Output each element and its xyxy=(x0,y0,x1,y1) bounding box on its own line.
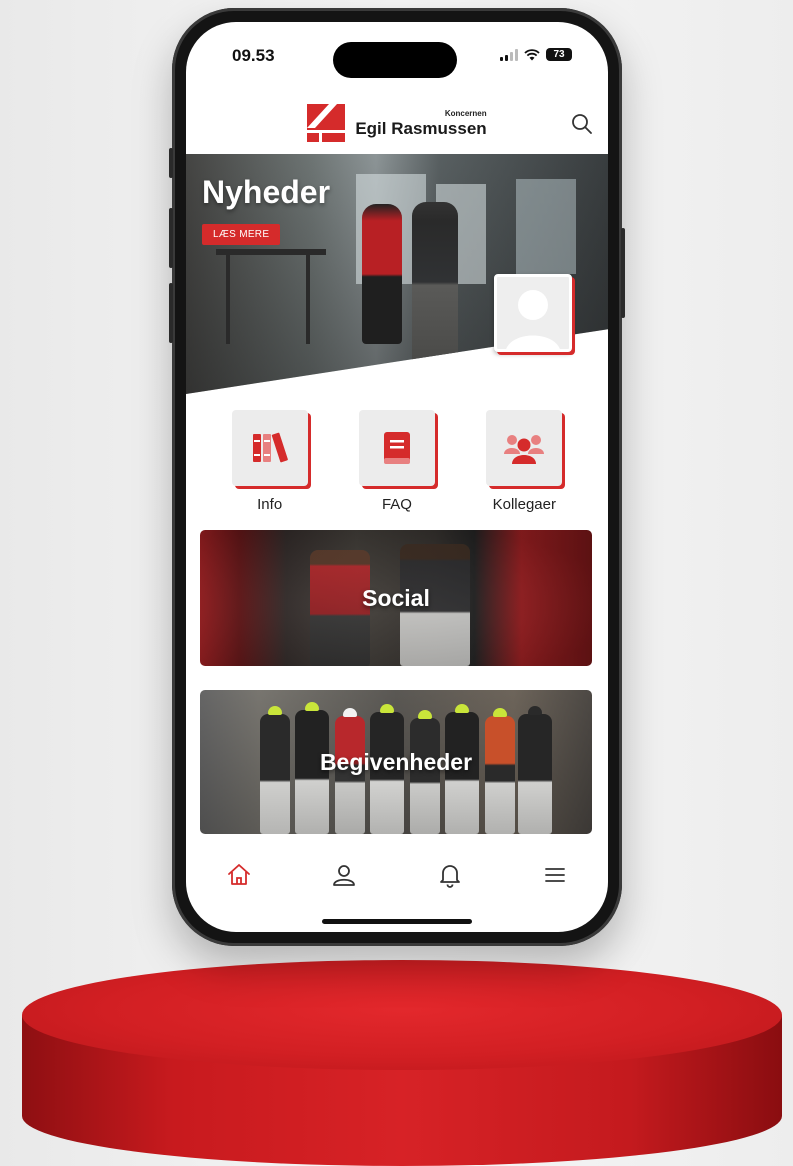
tile-kollegaer-box xyxy=(486,410,563,486)
phone-screen: 09.53 73 Koncernen Egil Rasmussen Nyhede… xyxy=(186,22,608,932)
tile-info[interactable]: Info xyxy=(220,410,320,513)
search-icon[interactable] xyxy=(570,112,594,136)
podium-top xyxy=(22,960,782,1070)
home-icon xyxy=(227,864,250,885)
bell-icon xyxy=(439,865,460,888)
brand-small-text: Koncernen xyxy=(444,108,487,118)
tile-kollegaer-label: Kollegaer xyxy=(492,496,556,513)
nav-notifications[interactable] xyxy=(430,855,470,895)
events-card-label: Begivenheder xyxy=(319,748,473,775)
avatar-placeholder-icon xyxy=(506,290,560,349)
app-header: Koncernen Egil Rasmussen xyxy=(186,92,608,154)
tile-faq[interactable]: FAQ xyxy=(347,410,447,513)
signal-icon xyxy=(500,48,518,61)
logo-mark-icon xyxy=(307,104,346,142)
nav-menu[interactable] xyxy=(535,855,575,895)
read-more-button[interactable]: LÆS MERE xyxy=(202,224,281,245)
avatar xyxy=(494,274,572,352)
tile-faq-box xyxy=(358,410,435,486)
news-hero[interactable]: Nyheder LÆS MERE xyxy=(186,154,608,394)
company-logo[interactable]: Koncernen Egil Rasmussen xyxy=(307,104,487,142)
phone-frame: 09.53 73 Koncernen Egil Rasmussen Nyhede… xyxy=(169,8,625,946)
status-time: 09.53 xyxy=(232,46,275,65)
status-icons: 73 xyxy=(500,48,572,61)
action-button xyxy=(169,148,173,178)
nav-home[interactable] xyxy=(219,855,259,895)
wifi-icon xyxy=(524,48,540,60)
tile-kollegaer[interactable]: Kollegaer xyxy=(474,410,574,513)
book-icon xyxy=(383,432,410,464)
tile-info-box xyxy=(231,410,308,486)
battery-icon: 73 xyxy=(546,48,572,61)
user-icon xyxy=(333,865,356,886)
brand-name-text: Egil Rasmussen xyxy=(355,118,487,138)
social-card-label: Social xyxy=(362,584,430,611)
nav-profile[interactable] xyxy=(324,855,364,895)
bottom-nav xyxy=(186,852,608,898)
people-icon xyxy=(504,435,545,464)
quick-links: Info FAQ Kollegaer xyxy=(186,410,608,513)
dynamic-island xyxy=(333,42,457,78)
power-button xyxy=(621,228,625,318)
events-card[interactable]: Begivenheder xyxy=(200,690,592,834)
tile-faq-label: FAQ xyxy=(381,496,412,513)
hero-title: Nyheder xyxy=(202,174,331,210)
menu-icon xyxy=(545,868,566,882)
volume-down-button xyxy=(169,283,173,343)
tile-info-label: Info xyxy=(257,496,283,513)
red-podium xyxy=(22,960,782,1166)
home-indicator[interactable] xyxy=(322,919,472,924)
volume-up-button xyxy=(169,208,173,268)
social-card[interactable]: Social xyxy=(200,530,592,666)
books-icon xyxy=(252,432,288,463)
